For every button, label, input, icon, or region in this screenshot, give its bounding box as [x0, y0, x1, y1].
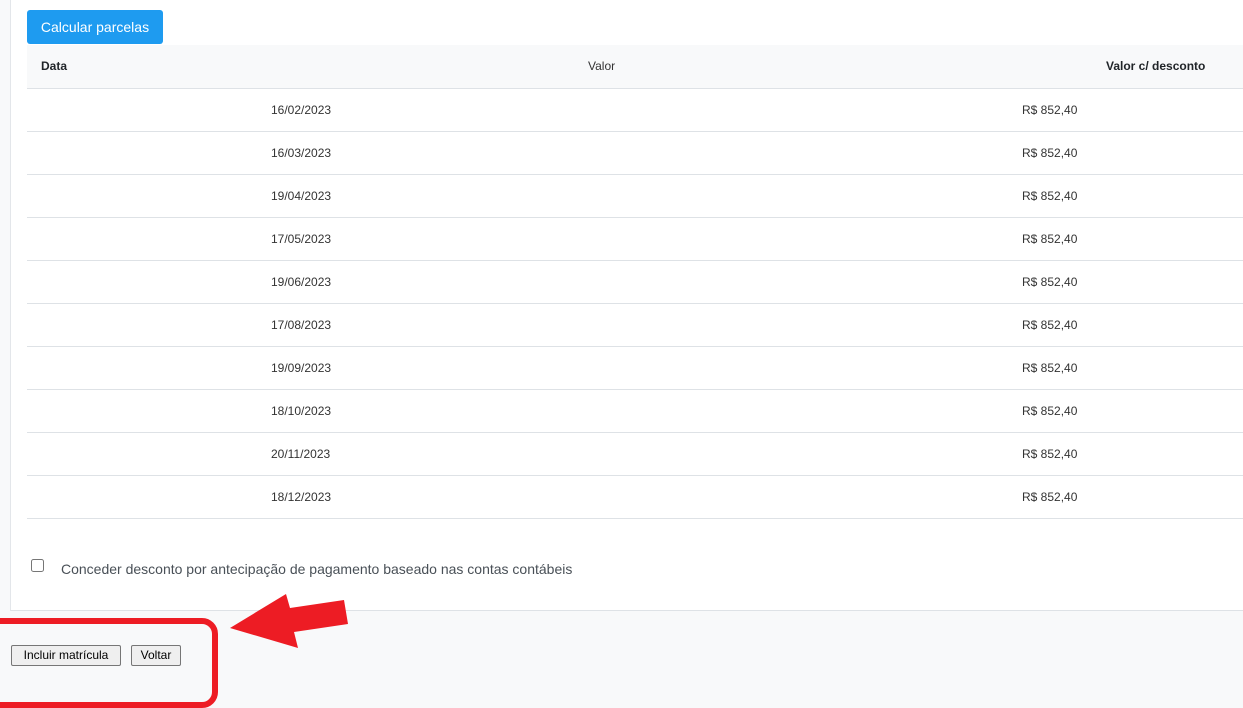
row-value: R$ 852,40: [1022, 447, 1078, 461]
table-row: 18/10/2023 R$ 852,40: [27, 390, 1243, 433]
row-date: 18/12/2023: [271, 490, 332, 504]
annotation-highlight-box: [0, 618, 218, 708]
table-row: 16/02/2023 R$ 852,40: [27, 89, 1243, 132]
row-value: R$ 852,40: [1022, 404, 1078, 418]
discount-checkbox[interactable]: [31, 559, 44, 572]
installments-table: Data Valor Valor c/ desconto 16/02/2023 …: [27, 45, 1243, 519]
table-header: Data Valor Valor c/ desconto: [27, 45, 1243, 89]
row-date: 19/09/2023: [271, 361, 332, 375]
row-date: 17/05/2023: [271, 232, 332, 246]
row-value: R$ 852,40: [1022, 275, 1078, 289]
row-date: 18/10/2023: [271, 404, 332, 418]
table-row: 17/05/2023 R$ 852,40: [27, 218, 1243, 261]
installments-card: Calcular parcelas Data Valor Valor c/ de…: [10, 0, 1243, 611]
discount-checkbox-label[interactable]: Conceder desconto por antecipação de pag…: [61, 560, 572, 578]
row-value: R$ 852,40: [1022, 232, 1078, 246]
table-row: 18/12/2023 R$ 852,40: [27, 476, 1243, 519]
header-value: Valor: [588, 59, 616, 73]
row-value: R$ 852,40: [1022, 103, 1078, 117]
table-row: 20/11/2023 R$ 852,40: [27, 433, 1243, 476]
row-value: R$ 852,40: [1022, 318, 1078, 332]
table-row: 17/08/2023 R$ 852,40: [27, 304, 1243, 347]
annotation-arrow-icon: [230, 594, 348, 648]
row-value: R$ 852,40: [1022, 146, 1078, 160]
table-row: 16/03/2023 R$ 852,40: [27, 132, 1243, 175]
row-date: 19/04/2023: [271, 189, 332, 203]
row-date: 19/06/2023: [271, 275, 332, 289]
table-row: 19/04/2023 R$ 852,40: [27, 175, 1243, 218]
table-row: 19/09/2023 R$ 852,40: [27, 347, 1243, 390]
table-row: 19/06/2023 R$ 852,40: [27, 261, 1243, 304]
row-date: 16/03/2023: [271, 146, 332, 160]
annotation-arrow-shape: [230, 594, 348, 648]
header-date: Data: [41, 59, 68, 73]
row-date: 20/11/2023: [271, 447, 331, 461]
discount-checkbox-wrap[interactable]: [31, 559, 45, 573]
row-value: R$ 852,40: [1022, 490, 1078, 504]
row-value: R$ 852,40: [1022, 189, 1078, 203]
row-value: R$ 852,40: [1022, 361, 1078, 375]
row-date: 17/08/2023: [271, 318, 332, 332]
row-date: 16/02/2023: [271, 103, 332, 117]
calculate-installments-button[interactable]: Calcular parcelas: [27, 10, 163, 44]
header-discount-value: Valor c/ desconto: [1106, 59, 1206, 73]
